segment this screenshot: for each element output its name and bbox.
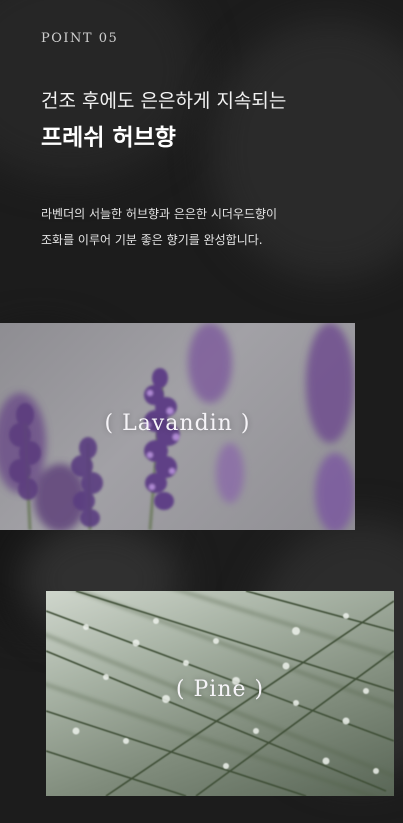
description-line-2: 조화를 이루어 기분 좋은 향기를 완성합니다. [41,233,263,247]
lavandin-caption: ( Lavandin ) [104,411,251,436]
point-label: POINT 05 [41,31,119,46]
pine-caption: ( Pine ) [175,677,265,702]
headline-title: 프레쉬 허브향 [41,125,176,151]
description: 라벤더의 서늘한 허브향과 은은한 시더우드향이 조화를 이루어 기분 좋은 향… [41,201,381,253]
headline-subtitle: 건조 후에도 은은하게 지속되는 [41,90,287,112]
pine-photo: ( Pine ) [46,591,394,796]
description-line-1: 라벤더의 서늘한 허브향과 은은한 시더우드향이 [41,207,278,221]
lavandin-photo: ( Lavandin ) [0,323,355,530]
